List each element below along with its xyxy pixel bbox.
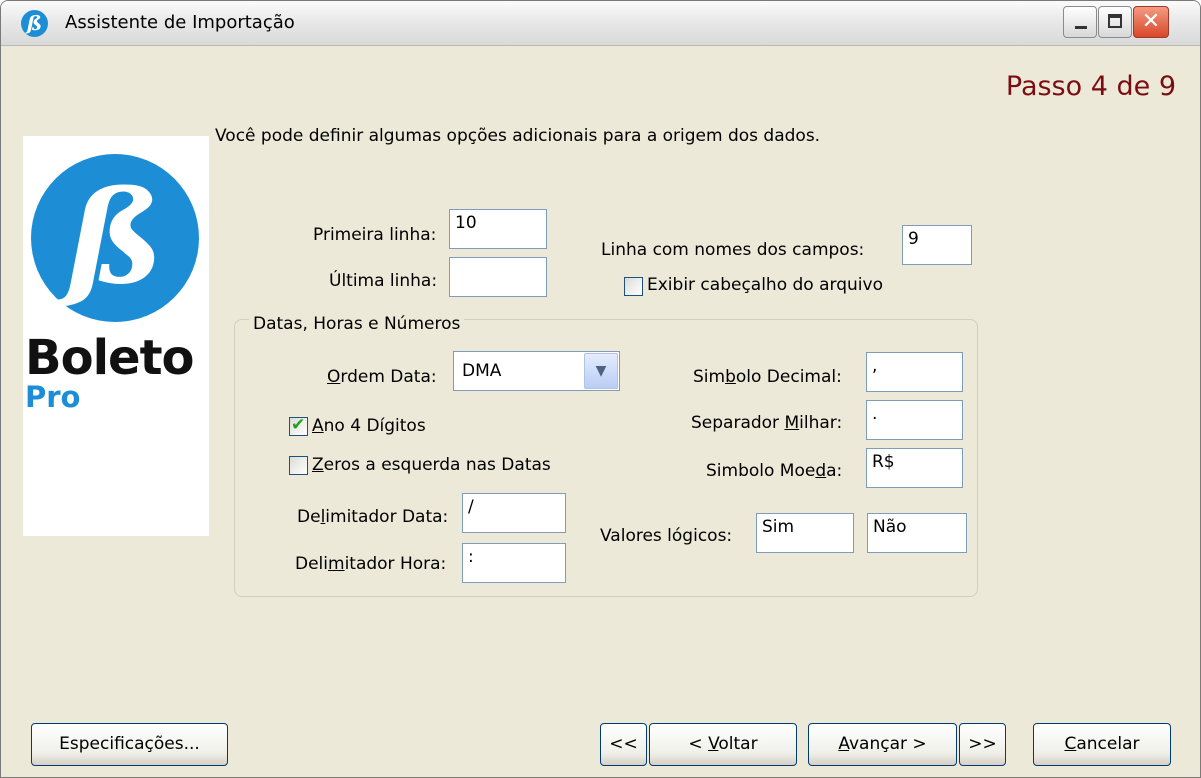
time-delimiter-label: Delimitador Hora: xyxy=(295,554,447,574)
thousand-separator-input[interactable]: . xyxy=(866,400,963,440)
close-icon: ✕ xyxy=(1141,9,1161,34)
leading-zeros-checkbox[interactable] xyxy=(289,456,308,475)
group-title: Datas, Horas e Números xyxy=(249,314,465,334)
window-title: Assistente de Importação xyxy=(65,12,295,33)
date-order-value: DMA xyxy=(462,361,502,381)
specifications-button[interactable]: Especificações... xyxy=(31,723,228,766)
back-button[interactable]: < Voltar xyxy=(649,723,797,766)
year-4-digits-checkbox[interactable]: ✔ xyxy=(289,415,308,436)
last-line-label: Última linha: xyxy=(329,271,438,291)
first-step-button[interactable]: << xyxy=(600,723,647,766)
minimize-button[interactable] xyxy=(1063,6,1097,38)
cancel-button[interactable]: Cancelar xyxy=(1033,723,1171,766)
logo-sub: Pro xyxy=(25,380,81,414)
date-delimiter-label: Delimitador Data: xyxy=(297,507,449,527)
intro-text: Você pode definir algumas opções adicion… xyxy=(215,126,821,146)
logo-beta-icon: ß xyxy=(31,154,199,322)
import-wizard-window: ß Assistente de Importação ✕ Passo 4 de … xyxy=(0,0,1201,778)
logical-false-input[interactable]: Não xyxy=(867,513,967,553)
title-bar[interactable]: ß Assistente de Importação ✕ xyxy=(1,1,1200,46)
logo-word: Boleto xyxy=(25,330,194,386)
maximize-icon xyxy=(1108,14,1122,28)
year-4-digits-label[interactable]: Ano 4 Dígitos xyxy=(312,416,426,436)
show-header-label[interactable]: Exibir cabeçalho do arquivo xyxy=(647,275,883,295)
last-step-button[interactable]: >> xyxy=(959,723,1006,766)
checkmark-icon: ✔ xyxy=(291,415,306,435)
thousand-separator-label: Separador Milhar: xyxy=(691,413,843,433)
step-indicator: Passo 4 de 9 xyxy=(1005,71,1176,102)
show-header-checkbox[interactable] xyxy=(624,277,643,296)
minimize-icon xyxy=(1075,26,1087,29)
chevron-down-icon[interactable]: ▼ xyxy=(584,353,618,389)
logical-true-input[interactable]: Sim xyxy=(756,513,854,553)
date-delimiter-input[interactable]: / xyxy=(462,493,566,533)
app-logo-icon: ß xyxy=(21,10,48,37)
field-names-line-label: Linha com nomes dos campos: xyxy=(601,240,865,260)
close-button[interactable]: ✕ xyxy=(1133,6,1169,38)
currency-symbol-input[interactable]: R$ xyxy=(866,448,963,488)
date-order-label: Ordem Data: xyxy=(327,367,437,387)
maximize-button[interactable] xyxy=(1098,6,1132,38)
field-names-line-input[interactable]: 9 xyxy=(902,225,972,265)
logical-values-label: Valores lógicos: xyxy=(600,526,733,546)
currency-symbol-label: Simbolo Moeda: xyxy=(706,461,843,481)
last-line-input[interactable] xyxy=(449,257,547,297)
leading-zeros-label[interactable]: Zeros a esquerda nas Datas xyxy=(312,455,551,475)
first-line-label: Primeira linha: xyxy=(313,225,437,245)
decimal-symbol-input[interactable]: , xyxy=(866,352,963,392)
time-delimiter-input[interactable]: : xyxy=(462,543,566,583)
first-line-input[interactable]: 10 xyxy=(449,209,547,249)
boleto-pro-logo: ß Boleto Pro xyxy=(23,136,209,536)
date-order-select[interactable]: DMA ▼ xyxy=(453,351,620,391)
next-button[interactable]: Avançar > xyxy=(808,723,957,766)
decimal-symbol-label: Simbolo Decimal: xyxy=(693,367,842,387)
